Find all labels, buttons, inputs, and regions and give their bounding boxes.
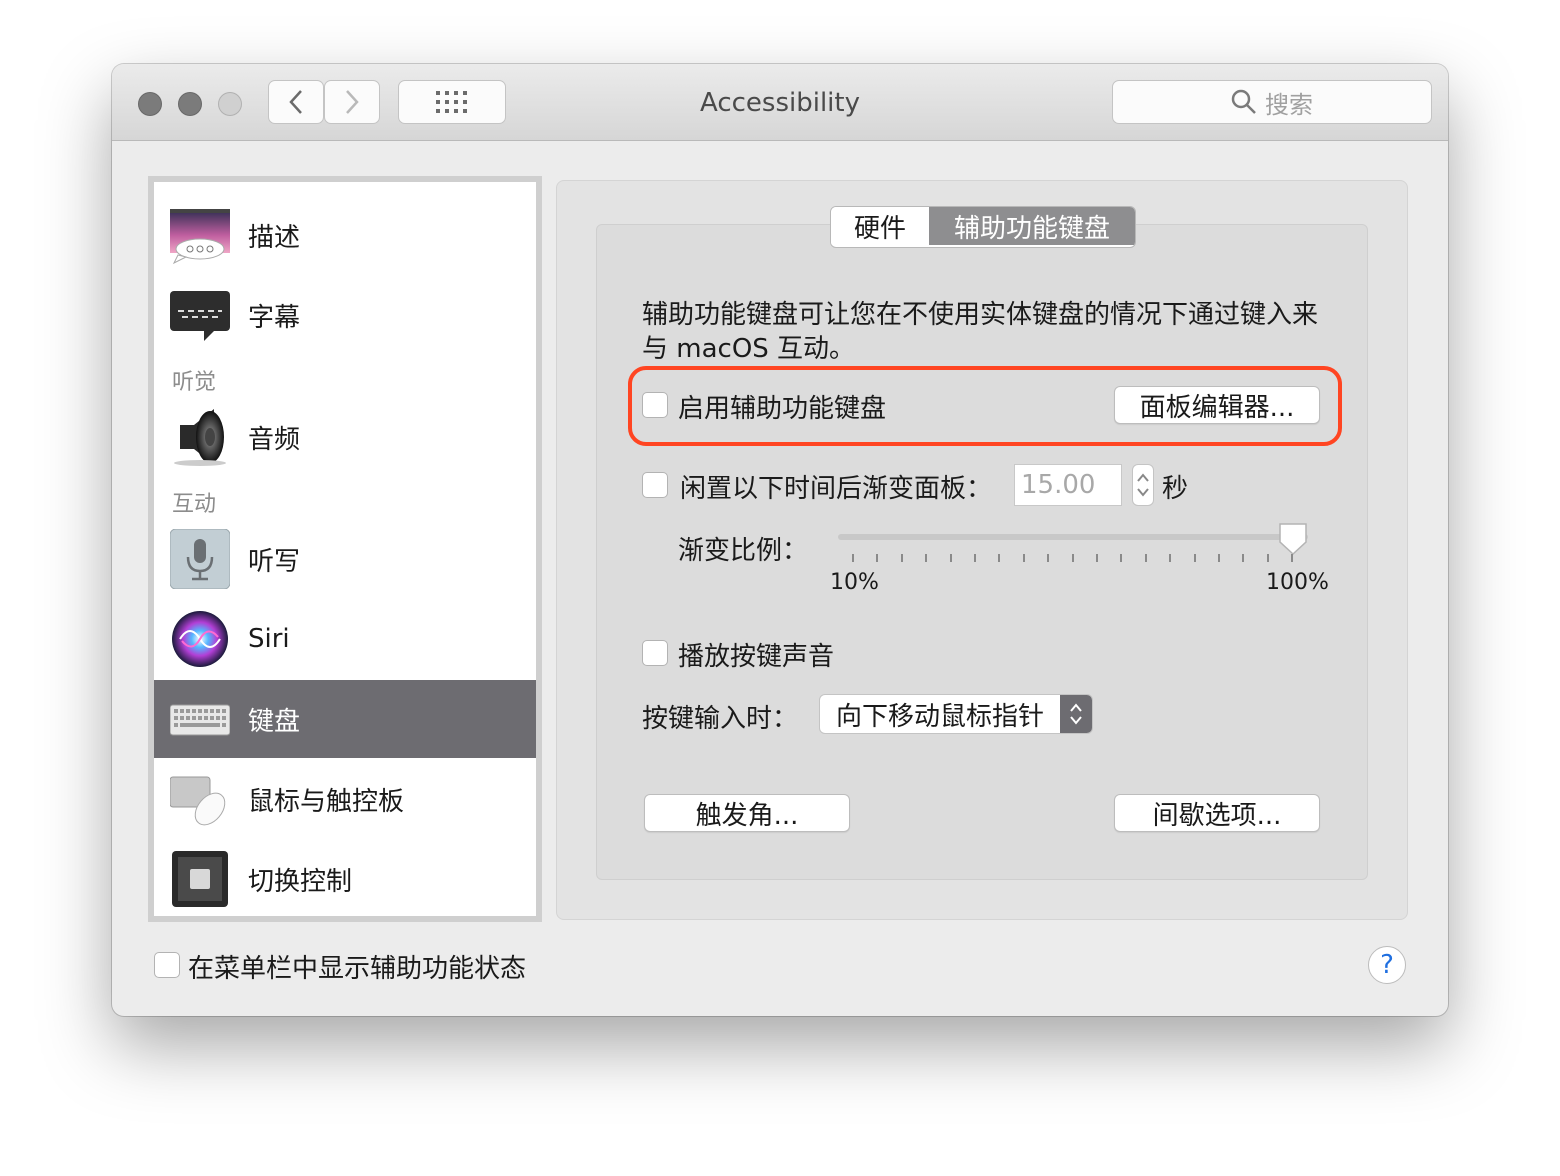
sidebar-item-switch-control[interactable]: 切换控制 xyxy=(154,840,536,916)
preferences-window: Accessibility 搜索 描述 字幕 听觉 音频 互动 听写 Siri … xyxy=(112,64,1448,1016)
dwell-options-button[interactable]: 间歇选项... xyxy=(1114,794,1320,832)
slider-min-label: 10% xyxy=(830,570,879,595)
key-sound-label: 播放按键声音 xyxy=(678,642,835,672)
sidebar-item-label: 鼠标与触控板 xyxy=(248,786,405,817)
slider-tick xyxy=(1120,554,1123,562)
sidebar-item-label: 切换控制 xyxy=(248,866,353,897)
sidebar-list[interactable]: 描述 字幕 听觉 音频 互动 听写 Siri 键盘 鼠标与触控板 切换控制 xyxy=(148,176,542,922)
slider-tick xyxy=(852,554,854,562)
sidebar-item-siri[interactable]: Siri xyxy=(154,600,536,678)
search-placeholder: 搜索 xyxy=(1265,90,1313,119)
slider-tick xyxy=(1144,554,1147,562)
fade-delay-stepper[interactable] xyxy=(1132,464,1154,506)
on-key-input-select[interactable]: 向下移动鼠标指针 xyxy=(819,694,1093,734)
slider-tick xyxy=(1193,554,1196,562)
fade-ratio-slider[interactable] xyxy=(838,534,1308,540)
show-status-checkbox[interactable] xyxy=(154,952,180,978)
sidebar-item-dictation[interactable]: 听写 xyxy=(154,520,536,598)
slider-tick xyxy=(1218,554,1220,562)
show-status-label: 在菜单栏中显示辅助功能状态 xyxy=(188,954,527,984)
sidebar-item-descriptions[interactable]: 描述 xyxy=(154,196,536,274)
tab-accessibility-keyboard[interactable]: 辅助功能键盘 xyxy=(929,207,1135,245)
sidebar-item-label: 音频 xyxy=(248,424,301,455)
search-field[interactable]: 搜索 xyxy=(1112,80,1432,124)
sidebar-item-label: 键盘 xyxy=(248,706,301,737)
hot-corners-button[interactable]: 触发角... xyxy=(644,794,850,832)
slider-tick xyxy=(974,554,976,562)
slider-tick xyxy=(1096,554,1098,562)
sidebar-item-label: 字幕 xyxy=(248,302,301,333)
enable-keyboard-checkbox[interactable] xyxy=(642,392,668,418)
search-icon xyxy=(1231,89,1256,114)
select-value: 向下移动鼠标指针 xyxy=(836,701,1045,732)
siri-icon xyxy=(172,611,228,667)
help-button[interactable]: ? xyxy=(1368,946,1406,984)
slider-tick xyxy=(925,554,928,562)
fade-delay-input[interactable]: 15.00 xyxy=(1014,464,1122,506)
on-key-input-label: 按键输入时： xyxy=(642,704,799,734)
title-bar: Accessibility 搜索 xyxy=(112,64,1448,141)
slider-thumb[interactable] xyxy=(1278,522,1308,556)
sidebar-item-keyboard[interactable]: 键盘 xyxy=(154,680,536,758)
fade-unit-label: 秒 xyxy=(1162,474,1189,504)
tab-bar: 硬件 辅助功能键盘 xyxy=(830,206,1136,248)
section-header-hearing: 听觉 xyxy=(172,370,217,395)
tab-hardware[interactable]: 硬件 xyxy=(831,207,929,245)
descriptions-icon xyxy=(170,209,230,265)
slider-max-label: 100% xyxy=(1266,570,1329,595)
fade-ratio-label: 渐变比例： xyxy=(678,536,809,566)
sidebar-item-label: 听写 xyxy=(248,546,301,577)
slider-tick xyxy=(1022,554,1025,562)
key-sound-checkbox[interactable] xyxy=(642,640,668,666)
slider-tick xyxy=(876,554,879,562)
slider-tick xyxy=(949,554,952,562)
sidebar-item-audio[interactable]: 音频 xyxy=(154,398,536,476)
enable-keyboard-label: 启用辅助功能键盘 xyxy=(678,394,887,424)
slider-tick xyxy=(1071,554,1074,562)
sidebar-item-mouse-trackpad[interactable]: 鼠标与触控板 xyxy=(154,760,536,838)
chevron-up-down-icon xyxy=(1070,703,1082,725)
slider-tick xyxy=(1291,554,1294,562)
switch-control-icon xyxy=(172,851,228,907)
speaker-icon xyxy=(174,409,226,466)
sidebar-item-label: 描述 xyxy=(248,222,301,253)
slider-tick xyxy=(998,554,1001,562)
slider-tick xyxy=(1242,554,1245,562)
fade-panel-label: 闲置以下时间后渐变面板： xyxy=(680,474,993,504)
captions-icon xyxy=(170,291,230,341)
panel-editor-button[interactable]: 面板编辑器... xyxy=(1114,386,1320,424)
section-header-interaction: 互动 xyxy=(172,492,217,517)
slider-tick xyxy=(1266,554,1269,562)
stepper-arrows-icon xyxy=(1137,473,1149,497)
select-arrows xyxy=(1060,695,1092,733)
sidebar-item-label: Siri xyxy=(248,624,290,654)
mouse-trackpad-icon xyxy=(170,776,226,826)
sidebar-item-captions[interactable]: 字幕 xyxy=(154,276,536,354)
slider-tick xyxy=(900,554,903,562)
slider-tick xyxy=(1169,554,1172,562)
microphone-icon xyxy=(170,529,230,589)
description-text: 辅助功能键盘可让您在不使用实体键盘的情况下通过键入来与 macOS 互动。 xyxy=(642,300,1319,364)
keyboard-icon xyxy=(170,704,230,736)
slider-tick xyxy=(1047,554,1050,562)
fade-panel-checkbox[interactable] xyxy=(642,472,668,498)
